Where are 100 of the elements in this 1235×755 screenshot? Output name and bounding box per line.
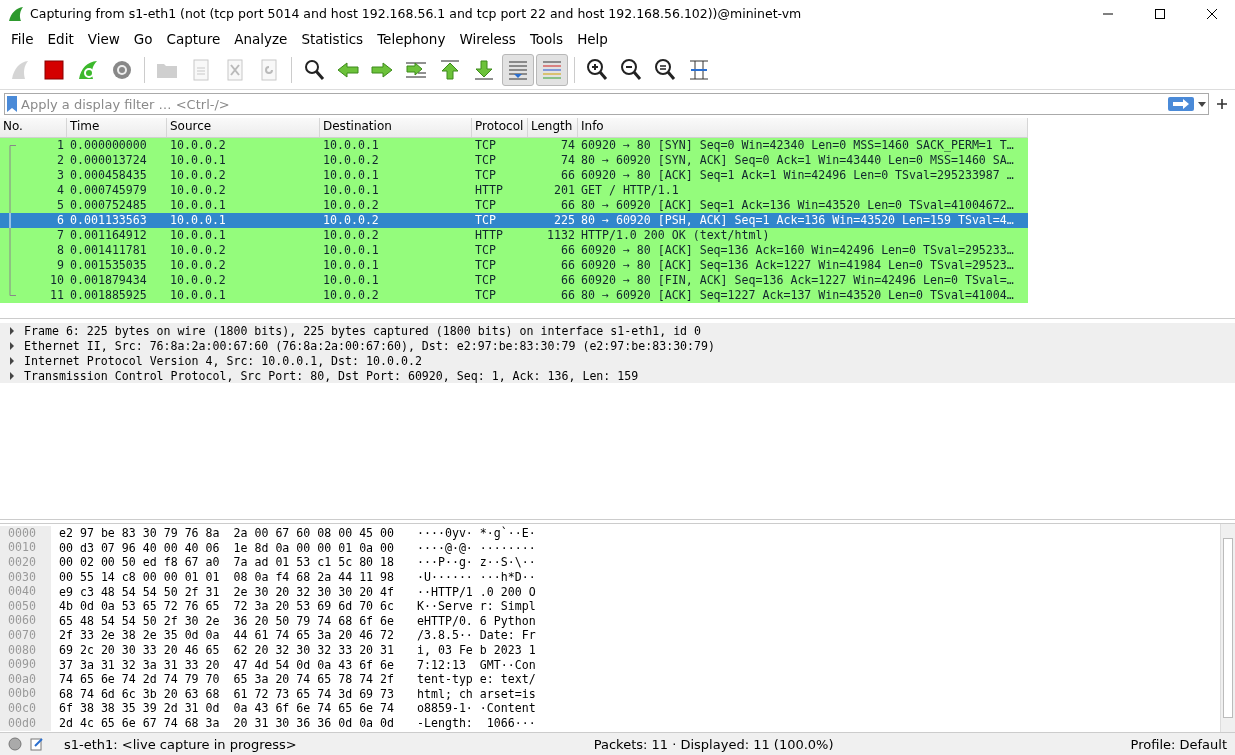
display-filter-field[interactable]: Apply a display filter … <Ctrl-/> [4, 93, 1209, 115]
table-cell-text: 9 [56, 258, 65, 273]
table-cell-text: 10.0.0.2 [169, 273, 227, 288]
ascii-bytes: ·U······ ···h*D·· [417, 570, 536, 585]
table-cell-text: 4 [56, 183, 65, 198]
table-cell-text: 10.0.0.2 [322, 228, 380, 243]
byte-offset: 0000 [0, 525, 51, 541]
table-cell-text: 60920 → 80 [ACK] Seq=136 Ack=1227 Win=41984 Len=0 TSval=29523… [580, 258, 1015, 273]
ascii-bytes: ····0yv· *·g`··E· [417, 526, 536, 541]
table-cell-text: 11 [49, 288, 65, 303]
column-header[interactable]: Time [67, 118, 167, 137]
tree-item[interactable]: Internet Protocol Version 4, Src: 10.0.0.1, Dst: 10.0.0.2 [0, 353, 1235, 368]
table-cell-text: 10.0.0.2 [322, 213, 380, 228]
ascii-bytes: ···P··g· z··S·\·· [417, 555, 536, 570]
table-cell-text: 7 [56, 228, 65, 243]
hex-bytes: 2f 33 2e 38 2e 35 0d 0a 44 61 74 65 3a 20 46 72 [59, 628, 396, 643]
tree-item[interactable]: Ethernet II, Src: 76:8a:2a:00:67:60 (76:8a:2a:00:67:60), Dst: e2:97:be:83:30:79 (e2:97:be:83:30:79) [0, 338, 1235, 353]
table-cell-text: 201 [553, 183, 576, 198]
menu-item[interactable]: Wireless [452, 29, 523, 49]
table-cell-text: 10.0.0.2 [322, 288, 380, 303]
packet-row[interactable]: 8 0.001411781 10.0.0.2 10.0.0.1 TCP 66 60920 → 80 [ACK] Seq=136 Ack=160 Win=42496 Len=0 TSval=295233… [0, 243, 1028, 258]
packet-row[interactable]: 9 0.001535035 10.0.0.2 10.0.0.1 TCP 66 60920 → 80 [ACK] Seq=136 Ack=1227 Win=41984 Len=0 TSval=29523… [0, 258, 1028, 273]
table-cell-text: 10.0.0.1 [169, 198, 227, 213]
packet-row[interactable]: 6 0.001133563 10.0.0.1 10.0.0.2 TCP 225 80 → 60920 [PSH, ACK] Seq=1 Ack=136 Win=43520 Len=159 TSval=4… [0, 213, 1028, 228]
table-cell-text: 10.0.0.1 [169, 288, 227, 303]
table-cell-text: 66 [560, 198, 576, 213]
maximize-icon [1155, 8, 1165, 19]
byte-offset: 00b0 [0, 686, 51, 702]
table-cell-text: 60920 → 80 [ACK] Seq=136 Ack=160 Win=42496 Len=0 TSval=295233… [580, 243, 1015, 258]
packet-row[interactable]: 7 0.001164912 10.0.0.1 10.0.0.2 HTTP 1132 HTTP/1.0 200 OK (text/html) [0, 228, 1028, 243]
table-cell-text: 0.000013724 [69, 153, 148, 168]
menu-item[interactable]: File [4, 29, 41, 49]
column-header[interactable]: Length [528, 118, 578, 137]
column-header[interactable]: No. [0, 118, 67, 137]
hex-bytes: e2 97 be 83 30 79 76 8a 2a 00 67 60 08 00 45 00 [59, 526, 396, 541]
ascii-bytes: i, 03 Fe b 2023 1 [417, 643, 536, 658]
table-cell-text: 74 [560, 153, 576, 168]
table-cell-text: TCP [474, 273, 497, 288]
table-cell-text: 5 [56, 198, 65, 213]
packet-row[interactable]: 11 0.001885925 10.0.0.1 10.0.0.2 TCP 66 80 → 60920 [ACK] Seq=1227 Ack=137 Win=43520 Len=0 TSval=41004… [0, 288, 1028, 303]
menu-item[interactable]: Statistics [294, 29, 371, 49]
column-header[interactable]: Destination [320, 118, 472, 137]
hex-bytes: 00 55 14 c8 00 00 01 01 08 0a f4 68 2a 44 11 98 [59, 570, 396, 585]
hex-bytes: e9 c3 48 54 54 50 2f 31 2e 30 20 32 30 30 20 4f [59, 584, 396, 599]
table-cell-text: 10.0.0.2 [169, 138, 227, 153]
table-cell-text: 0.000745979 [69, 183, 148, 198]
menu-item[interactable]: Help [570, 29, 615, 49]
table-cell-text: TCP [474, 168, 497, 183]
table-cell-text: HTTP [474, 228, 504, 243]
packet-row[interactable]: 4 0.000745979 10.0.0.2 10.0.0.1 HTTP 201 GET / HTTP/1.1 [0, 183, 1028, 198]
column-header[interactable]: Protocol [472, 118, 528, 137]
table-cell-text: 80 → 60920 [ACK] Seq=1 Ack=136 Win=43520 Len=0 TSval=41004672… [580, 198, 1015, 213]
scrollbar[interactable] [1220, 524, 1235, 732]
hex-bytes: 00 d3 07 96 40 00 40 06 1e 8d 0a 00 00 01 0a 00 [59, 540, 396, 555]
table-cell-text: 3 [56, 168, 65, 183]
menu-item[interactable]: Go [126, 29, 160, 49]
status-circle-icon [8, 737, 22, 751]
hex-bytes: 2d 4c 65 6e 67 74 68 3a 20 31 30 36 36 0d 0a 0d [59, 716, 396, 730]
apply-filter-button[interactable] [1168, 97, 1194, 111]
hex-bytes: 68 74 6d 6c 3b 20 63 68 61 72 73 65 74 3d 69 73 [59, 686, 396, 701]
menu-item[interactable]: Tools [522, 29, 571, 49]
table-cell-text: 225 [553, 213, 576, 228]
table-cell-text: HTTP [474, 183, 504, 198]
table-cell-text: 10.0.0.1 [169, 153, 227, 168]
table-cell-text: 60920 → 80 [SYN] Seq=0 Win=42340 Len=0 MSS=1460 SACK_PERM=1 T… [580, 138, 1015, 153]
packet-row[interactable]: 1 0.000000000 10.0.0.2 10.0.0.1 TCP 74 60920 → 80 [SYN] Seq=0 Win=42340 Len=0 MSS=1460 SACK_PERM=1 T… [0, 138, 1028, 153]
packet-row[interactable]: 3 0.000458435 10.0.0.2 10.0.0.1 TCP 66 60920 → 80 [ACK] Seq=1 Ack=1 Win=42496 Len=0 TSval=295233987 … [0, 168, 1028, 183]
tree-item[interactable]: Transmission Control Protocol, Src Port: 80, Dst Port: 60920, Seq: 1, Ack: 136, Len: 159 [0, 368, 1235, 383]
table-cell-text: 0.001879434 [69, 273, 148, 288]
ascii-bytes: eHTTP/0. 6 Python [417, 613, 536, 628]
table-cell-text: TCP [474, 288, 497, 303]
hex-bytes: 6f 38 38 35 39 2d 31 0d 0a 43 6f 6e 74 65 6e 74 [59, 701, 396, 716]
table-cell-text: 8 [56, 243, 65, 258]
menu-item[interactable]: Capture [159, 29, 228, 49]
table-cell-text: 0.001133563 [69, 213, 148, 228]
column-header[interactable]: Source [167, 118, 320, 137]
byte-offset: 0010 [0, 540, 51, 556]
packet-row[interactable]: 5 0.000752485 10.0.0.1 10.0.0.2 TCP 66 80 → 60920 [ACK] Seq=1 Ack=136 Win=43520 Len=0 TSval=41004672… [0, 198, 1028, 213]
menu-item[interactable]: View [80, 29, 127, 49]
packet-row[interactable]: 10 0.001879434 10.0.0.2 10.0.0.1 TCP 66 60920 → 80 [FIN, ACK] Seq=136 Ack=1227 Win=42496 Len=0 TSval=… [0, 273, 1028, 288]
column-header[interactable]: Info [578, 118, 1028, 137]
menu-item[interactable]: Edit [40, 29, 81, 49]
ascii-bytes: ····@·@· ········ [417, 540, 536, 555]
table-cell-text: 10 [49, 273, 65, 288]
table-cell-text: 66 [560, 273, 576, 288]
tree-item[interactable]: Frame 6: 225 bytes on wire (1800 bits), 225 bytes captured (1800 bits) on interface s1-eth1, id 0 [0, 323, 1235, 338]
table-cell-text: 10.0.0.1 [322, 273, 380, 288]
ascii-bytes: ··HTTP/1 .0 200 O [417, 584, 536, 599]
table-cell-text: 66 [560, 288, 576, 303]
table-cell-text: TCP [474, 258, 497, 273]
table-cell-text: 0.001164912 [69, 228, 148, 243]
menu-item[interactable]: Analyze [227, 29, 295, 49]
table-cell-text: TCP [474, 243, 497, 258]
menu-item[interactable]: Telephony [370, 29, 453, 49]
packet-count: Packets: 11 · Displayed: 11 (100.0%) [593, 736, 834, 752]
table-cell-text: 1132 [546, 228, 576, 243]
hex-bytes: 4b 0d 0a 53 65 72 76 65 72 3a 20 53 69 6d 70 6c [59, 599, 396, 614]
table-cell-text: TCP [474, 213, 497, 228]
packet-row[interactable]: 2 0.000013724 10.0.0.1 10.0.0.2 TCP 74 80 → 60920 [SYN, ACK] Seq=0 Ack=1 Win=43440 Len=0 MSS=1460 SA… [0, 153, 1028, 168]
table-cell-text: 0.001535035 [69, 258, 148, 273]
